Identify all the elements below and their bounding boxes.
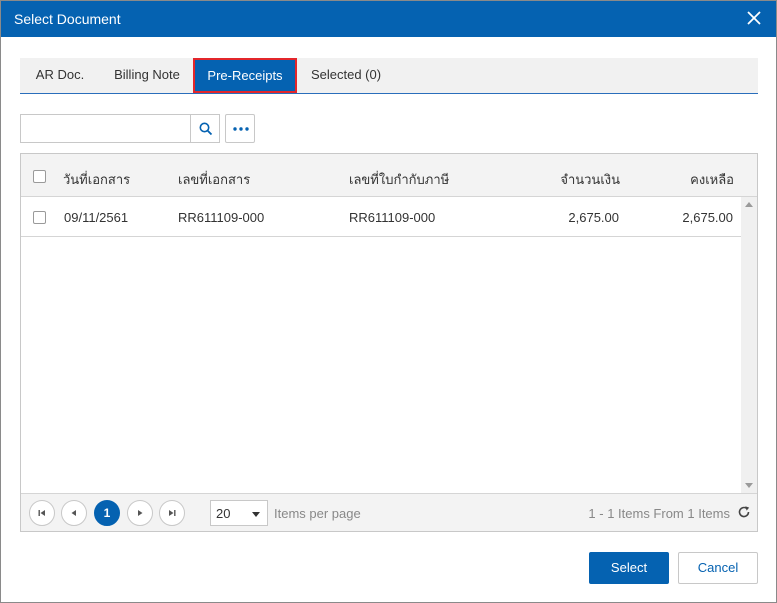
page-size-select[interactable]: 20 <box>210 500 268 526</box>
last-page-button[interactable] <box>159 500 185 526</box>
search-input[interactable] <box>20 114 191 143</box>
more-options-button[interactable] <box>225 114 255 143</box>
select-all-checkbox[interactable] <box>33 170 46 183</box>
column-header-amount[interactable]: จำนวนเงิน <box>560 169 620 190</box>
dialog-titlebar: Select Document <box>1 1 776 37</box>
scroll-down-arrow-icon[interactable] <box>745 483 753 488</box>
dialog-title: Select Document <box>14 11 121 27</box>
row-checkbox[interactable] <box>33 211 46 224</box>
tab-ar-doc[interactable]: AR Doc. <box>24 58 96 93</box>
row-date: 09/11/2561 <box>64 210 129 225</box>
column-header-tax-no[interactable]: เลขที่ใบกำกับภาษี <box>349 169 449 190</box>
pager-summary: 1 - 1 Items From 1 Items <box>588 506 730 521</box>
grid-vertical-scrollbar[interactable] <box>741 197 757 493</box>
close-icon[interactable] <box>744 8 764 28</box>
column-header-date[interactable]: วันที่เอกสาร <box>63 169 130 190</box>
search-icon <box>199 122 213 136</box>
grid-header: วันที่เอกสาร เลขที่เอกสาร เลขที่ใบกำกับภ… <box>21 154 757 197</box>
document-grid: วันที่เอกสาร เลขที่เอกสาร เลขที่ใบกำกับภ… <box>20 153 758 532</box>
tab-billing-note[interactable]: Billing Note <box>104 58 190 93</box>
row-amount: 2,675.00 <box>568 210 619 225</box>
current-page-button[interactable]: 1 <box>94 500 120 526</box>
row-tax-no: RR611109-000 <box>349 210 436 225</box>
grid-pager: 1 20 Items per page 1 - 1 Items From 1 I… <box>21 493 757 531</box>
tab-selected[interactable]: Selected (0) <box>302 58 390 93</box>
column-header-doc-no[interactable]: เลขที่เอกสาร <box>178 169 250 190</box>
first-page-button[interactable] <box>29 500 55 526</box>
refresh-icon[interactable] <box>737 505 751 519</box>
cancel-button[interactable]: Cancel <box>678 552 758 584</box>
scroll-up-arrow-icon[interactable] <box>745 202 753 207</box>
row-doc-no: RR611109-000 <box>178 210 265 225</box>
page-size-value: 20 <box>216 506 231 521</box>
previous-page-icon <box>71 510 76 516</box>
column-header-balance[interactable]: คงเหลือ <box>690 169 734 190</box>
previous-page-button[interactable] <box>61 500 87 526</box>
more-dots-icon <box>233 127 249 131</box>
select-button[interactable]: Select <box>589 552 669 584</box>
search-button[interactable] <box>190 114 220 143</box>
select-document-dialog: Select Document AR Doc. Billing Note Pre… <box>0 0 777 603</box>
table-row[interactable]: 09/11/2561 RR611109-000 RR611109-000 2,6… <box>21 197 741 237</box>
chevron-down-icon <box>252 512 260 517</box>
first-page-icon <box>38 510 45 516</box>
last-page-icon <box>169 510 176 516</box>
items-per-page-label: Items per page <box>274 506 361 521</box>
tab-pre-receipts[interactable]: Pre-Receipts <box>193 58 297 93</box>
row-balance: 2,675.00 <box>682 210 733 225</box>
next-page-button[interactable] <box>127 500 153 526</box>
next-page-icon <box>138 510 143 516</box>
document-tabs: AR Doc. Billing Note Pre-Receipts Select… <box>20 58 758 94</box>
